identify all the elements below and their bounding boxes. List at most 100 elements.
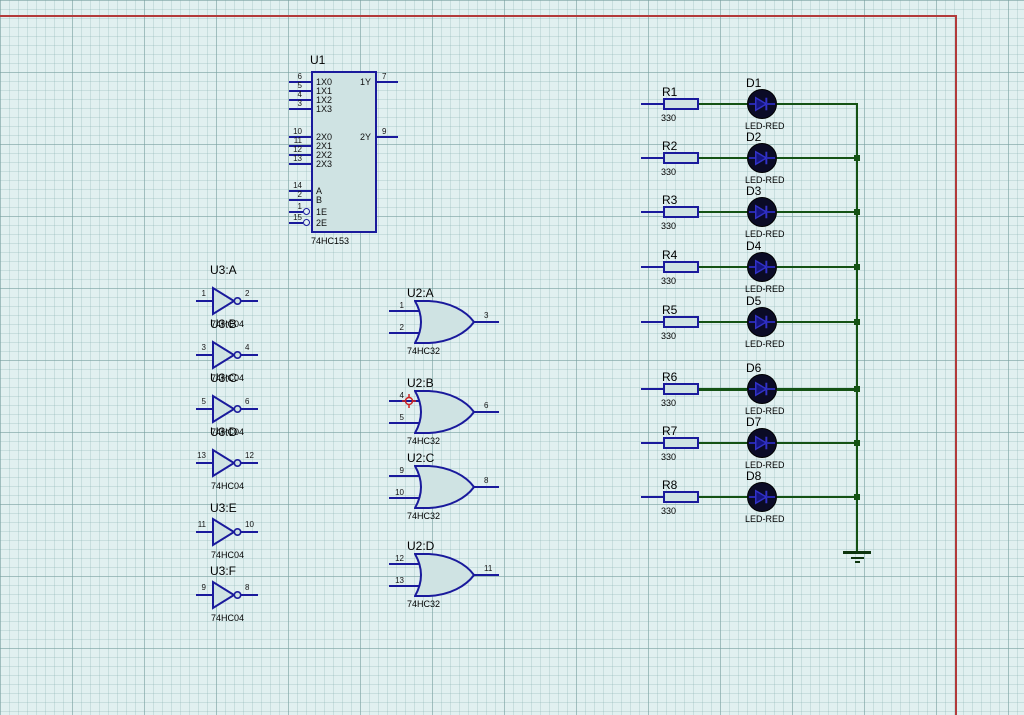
or-gate-part-label: 74HC32 — [407, 511, 440, 521]
mux-pin-wire[interactable] — [289, 222, 303, 224]
wire[interactable] — [196, 531, 213, 533]
pin-number: 12 — [245, 451, 254, 460]
wire[interactable] — [777, 442, 858, 444]
resistor-ref-label: R8 — [662, 478, 677, 492]
wire[interactable] — [699, 157, 747, 159]
or-gate-symbol[interactable] — [414, 299, 476, 345]
wire[interactable] — [474, 574, 499, 576]
mux-pin-wire[interactable] — [289, 108, 311, 110]
resistor[interactable] — [663, 206, 699, 218]
inverter-ref-label: U3:D — [210, 425, 237, 439]
wire[interactable] — [641, 442, 663, 444]
wire[interactable] — [641, 157, 663, 159]
wire[interactable] — [777, 496, 858, 498]
wire[interactable] — [474, 411, 499, 413]
wire[interactable] — [241, 408, 258, 410]
wire[interactable] — [641, 321, 663, 323]
mux-pin-number: 1 — [278, 202, 302, 211]
wire[interactable] — [777, 157, 858, 159]
resistor-ref-label: R3 — [662, 193, 677, 207]
wire[interactable] — [699, 103, 747, 105]
led-part-label: LED-RED — [745, 514, 785, 524]
wire[interactable] — [641, 266, 663, 268]
or-gate-ref-label: U2:D — [407, 539, 434, 553]
mux-pin-wire[interactable] — [289, 199, 311, 201]
wire[interactable] — [777, 266, 858, 268]
led-ref-label: D5 — [746, 294, 761, 308]
pin-number: 8 — [245, 583, 249, 592]
wire[interactable] — [699, 211, 747, 213]
resistor[interactable] — [663, 383, 699, 395]
mux-pin-wire[interactable] — [377, 81, 398, 83]
led[interactable] — [747, 482, 777, 512]
mux-part-label: 74HC153 — [311, 236, 349, 246]
pin-number: 1 — [386, 301, 404, 310]
wire[interactable] — [641, 388, 663, 390]
led[interactable] — [747, 197, 777, 227]
inverter-part-label: 74HC04 — [211, 550, 244, 560]
led[interactable] — [747, 89, 777, 119]
mux-pin-wire[interactable] — [377, 136, 398, 138]
wire[interactable] — [699, 442, 747, 444]
wire[interactable] — [777, 103, 858, 105]
wire[interactable] — [196, 408, 213, 410]
or-gate-symbol[interactable] — [414, 464, 476, 510]
wire[interactable] — [777, 321, 858, 323]
wire[interactable] — [196, 594, 213, 596]
diode-symbol-icon — [748, 198, 776, 226]
wire[interactable] — [196, 462, 213, 464]
resistor[interactable] — [663, 491, 699, 503]
wire[interactable] — [241, 594, 258, 596]
led[interactable] — [747, 252, 777, 282]
resistor-value-label: 330 — [661, 331, 676, 341]
wire[interactable] — [699, 266, 747, 268]
resistor[interactable] — [663, 98, 699, 110]
wire-common-rail[interactable] — [856, 103, 858, 552]
diode-symbol-icon — [748, 253, 776, 281]
led[interactable] — [747, 307, 777, 337]
resistor[interactable] — [663, 437, 699, 449]
led-ref-label: D7 — [746, 415, 761, 429]
resistor-value-label: 330 — [661, 452, 676, 462]
wire[interactable] — [699, 321, 747, 323]
pin-number: 5 — [386, 413, 404, 422]
wire[interactable] — [699, 496, 747, 498]
wire[interactable] — [241, 354, 258, 356]
wire[interactable] — [641, 496, 663, 498]
mux-pin-label: B — [316, 195, 322, 205]
wire[interactable] — [641, 211, 663, 213]
or-gate-symbol[interactable] — [414, 389, 476, 435]
schematic-canvas: U1 74HC153 6 1X0 5 1X1 4 1X2 3 1X3 10 2X… — [0, 0, 1024, 715]
resistor[interactable] — [663, 152, 699, 164]
wire[interactable] — [699, 388, 747, 391]
wire[interactable] — [474, 321, 499, 323]
pin-number: 2 — [386, 323, 404, 332]
or-gate-ref-label: U2:C — [407, 451, 434, 465]
or-gate-symbol[interactable] — [414, 552, 476, 598]
resistor[interactable] — [663, 261, 699, 273]
led[interactable] — [747, 143, 777, 173]
mux-pin-label: 1X3 — [316, 104, 332, 114]
mux-pin-number: 15 — [278, 213, 302, 222]
led[interactable] — [747, 374, 777, 404]
resistor[interactable] — [663, 316, 699, 328]
wire[interactable] — [196, 354, 213, 356]
resistor-ref-label: R1 — [662, 85, 677, 99]
mux-ref-label: U1 — [310, 53, 325, 67]
mux-pin-number: 12 — [278, 145, 302, 154]
wire[interactable] — [777, 388, 858, 391]
wire[interactable] — [641, 103, 663, 105]
wire[interactable] — [241, 462, 258, 464]
pin-number: 9 — [386, 466, 404, 475]
wire[interactable] — [241, 300, 258, 302]
mux-pin-number: 9 — [382, 127, 386, 136]
wire[interactable] — [777, 211, 858, 213]
pin-number: 2 — [245, 289, 249, 298]
led[interactable] — [747, 428, 777, 458]
wire[interactable] — [196, 300, 213, 302]
wire[interactable] — [241, 531, 258, 533]
wire[interactable] — [474, 486, 499, 488]
or-gate-part-label: 74HC32 — [407, 599, 440, 609]
mux-pin-wire[interactable] — [289, 163, 311, 165]
resistor-ref-label: R6 — [662, 370, 677, 384]
